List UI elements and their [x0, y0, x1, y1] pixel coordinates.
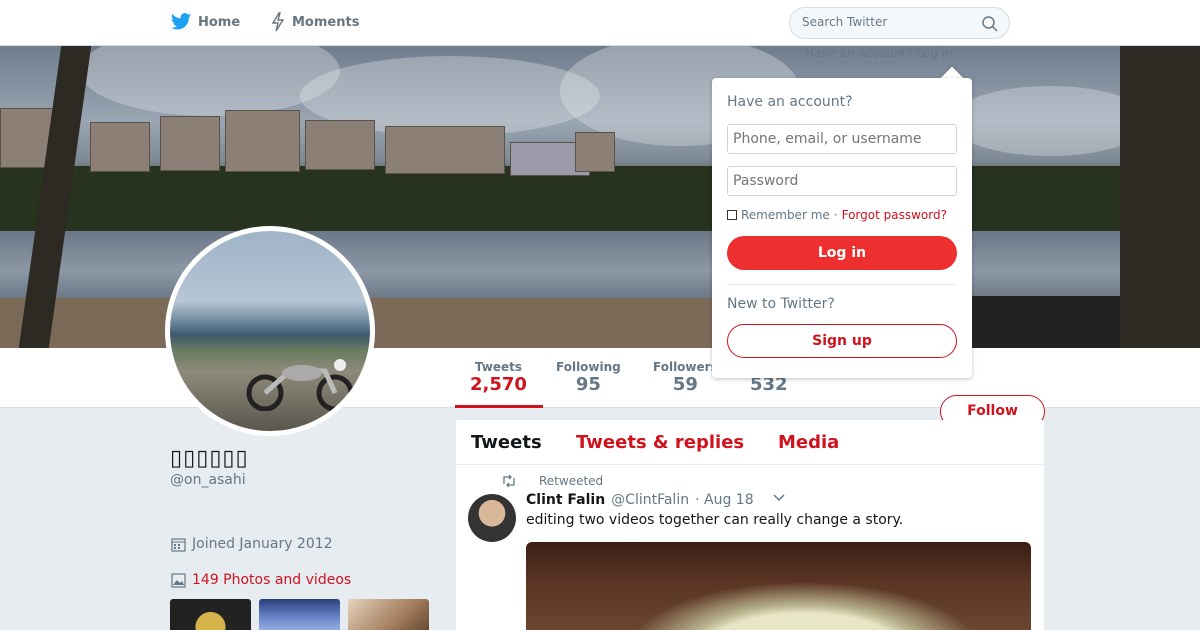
joined-date: Joined January 2012	[171, 536, 333, 552]
stat-followers[interactable]: Followers 59	[653, 360, 718, 395]
tweet-header: Clint Falin @ClintFalin · Aug 18	[526, 492, 786, 508]
tab-tweets[interactable]: Tweets	[471, 432, 542, 453]
tweet-author-handle[interactable]: @ClintFalin	[611, 492, 689, 508]
password-field[interactable]	[727, 166, 957, 196]
tweet-author-name[interactable]: Clint Falin	[526, 492, 605, 508]
avatar[interactable]	[165, 226, 375, 436]
remember-separator: ·	[833, 208, 838, 222]
stat-label: Followers	[653, 360, 718, 374]
remember-label[interactable]: Remember me	[741, 208, 830, 222]
photos-label: 149 Photos and videos	[192, 572, 352, 588]
motorcycle-icon	[246, 359, 354, 411]
signup-button[interactable]: Sign up	[727, 324, 957, 358]
lightning-icon	[271, 12, 285, 32]
photos-link[interactable]: 149 Photos and videos	[171, 572, 351, 588]
stat-label: Following	[556, 360, 621, 374]
divider	[727, 284, 957, 285]
tweet-author-avatar[interactable]	[468, 494, 516, 542]
nav-home-label: Home	[198, 14, 241, 30]
photo-thumb[interactable]	[259, 599, 340, 630]
tab-media[interactable]: Media	[778, 432, 839, 453]
remember-row: Remember me · Forgot password?	[727, 208, 947, 222]
search-input[interactable]: Search Twitter	[789, 7, 1010, 39]
tweet-date[interactable]: · Aug 18	[695, 492, 754, 508]
chevron-down-icon[interactable]	[760, 492, 786, 504]
retweet-label: Retweeted	[539, 474, 604, 488]
have-account-hint[interactable]: Have an account? Log in	[805, 46, 953, 60]
profile-display-name: ▯▯▯▯▯▯	[170, 446, 249, 471]
login-dropdown: Have an account? Remember me · Forgot pa…	[712, 78, 972, 378]
username-field[interactable]	[727, 124, 957, 154]
nav-moments[interactable]: Moments	[270, 12, 359, 32]
nav-home[interactable]: Home	[170, 12, 240, 32]
stat-tweets[interactable]: Tweets 2,570	[470, 360, 527, 395]
remember-checkbox[interactable]	[727, 210, 737, 220]
nav-moments-label: Moments	[292, 14, 360, 30]
stat-label: Tweets	[474, 360, 523, 374]
timeline: Tweets Tweets & replies Media Retweeted …	[456, 420, 1044, 630]
profile-handle: @on_asahi	[170, 472, 246, 488]
bird-icon	[170, 13, 192, 30]
timeline-tabs: Tweets Tweets & replies Media	[456, 420, 1044, 465]
photo-thumb[interactable]	[348, 599, 429, 630]
stat-following[interactable]: Following 95	[556, 360, 621, 395]
tab-tweets-replies[interactable]: Tweets & replies	[576, 432, 744, 453]
stat-value: 2,570	[470, 374, 527, 395]
retweet-icon	[503, 475, 515, 487]
tweet-text: editing two videos together can really c…	[526, 512, 904, 528]
login-title: Have an account?	[727, 94, 853, 110]
search-icon[interactable]	[981, 15, 999, 33]
search-placeholder: Search Twitter	[802, 15, 888, 29]
photo-thumb[interactable]	[170, 599, 251, 630]
top-nav: Home Moments Search Twitter	[0, 0, 1200, 46]
retweet-context: Retweeted	[501, 474, 603, 488]
stat-value: 95	[575, 374, 601, 395]
photo-thumbnails	[170, 599, 429, 630]
stat-value: 59	[672, 374, 698, 395]
tweet-media[interactable]	[526, 542, 1031, 630]
active-stat-underline	[455, 405, 543, 408]
login-button[interactable]: Log in	[727, 236, 957, 270]
new-to-twitter: New to Twitter?	[727, 296, 835, 312]
image-icon	[171, 572, 186, 588]
forgot-password-link[interactable]: Forgot password?	[842, 208, 947, 222]
joined-label: Joined January 2012	[192, 536, 333, 552]
calendar-icon	[171, 537, 186, 552]
